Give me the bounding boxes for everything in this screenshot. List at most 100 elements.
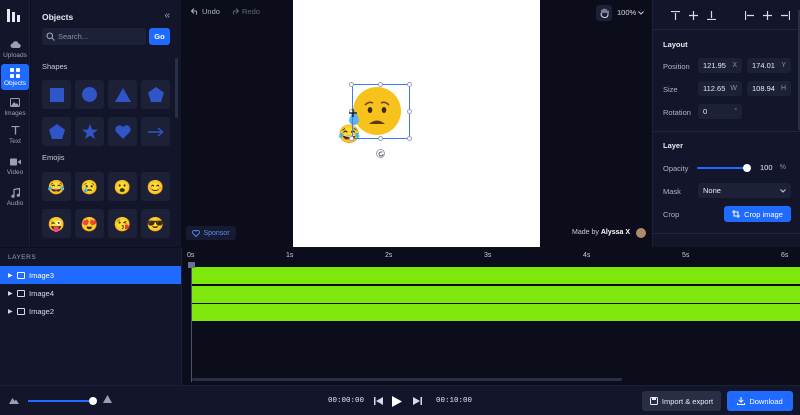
layers-title: LAYERS xyxy=(8,254,37,261)
rail-item-uploads[interactable]: Uploads xyxy=(1,36,29,62)
timeline-zoom-slider[interactable] xyxy=(28,400,92,402)
crop-image-button[interactable]: Crop image xyxy=(724,206,791,222)
emoji-tile[interactable]: 😎 xyxy=(141,209,170,238)
circle-icon xyxy=(82,87,97,102)
playhead-handle[interactable] xyxy=(188,262,195,268)
align-top-button[interactable] xyxy=(667,8,683,22)
align-center-button[interactable] xyxy=(759,8,775,22)
resize-handle[interactable] xyxy=(378,82,383,87)
design-canvas[interactable]: 😂 xyxy=(293,0,540,247)
sponsor-button[interactable]: Sponsor xyxy=(186,226,236,240)
timeline-zoom-knob[interactable] xyxy=(89,397,97,405)
w-suffix: W xyxy=(730,85,737,92)
shape-hexagon[interactable] xyxy=(42,117,71,146)
track-clip-image4[interactable] xyxy=(191,286,800,303)
layer-name: Image3 xyxy=(29,270,55,280)
made-by-credit[interactable]: Made by Alyssa X xyxy=(572,229,630,236)
emoji-tile[interactable]: 😜 xyxy=(42,209,71,238)
zoom-out-mountain-icon[interactable] xyxy=(9,396,19,404)
expand-caret-icon[interactable]: ▶ xyxy=(8,308,14,315)
resize-handle[interactable] xyxy=(349,136,354,141)
resize-handle[interactable] xyxy=(349,82,354,87)
track-clip-image3[interactable] xyxy=(191,267,800,284)
resize-handle[interactable] xyxy=(407,82,412,87)
download-button[interactable]: Download xyxy=(727,391,793,411)
shape-heart[interactable] xyxy=(108,117,137,146)
shape-square[interactable] xyxy=(42,80,71,109)
skip-forward-button[interactable] xyxy=(410,394,424,408)
playhead[interactable] xyxy=(191,262,192,382)
opacity-slider[interactable] xyxy=(697,167,747,169)
shape-arrow[interactable] xyxy=(141,117,170,146)
emoji-tile[interactable]: 😮 xyxy=(108,172,137,201)
zoom-dropdown[interactable]: 100% xyxy=(617,8,645,17)
skip-back-button[interactable] xyxy=(371,394,385,408)
sunglasses-emoji-icon: 😎 xyxy=(146,215,165,232)
emoji-tile[interactable]: 😘 xyxy=(108,209,137,238)
rail-item-images[interactable]: Images xyxy=(1,94,29,120)
mask-select[interactable]: None xyxy=(698,183,791,198)
track-clip-image2[interactable] xyxy=(191,304,800,321)
expand-caret-icon[interactable]: ▶ xyxy=(8,272,14,279)
layer-row-image3[interactable]: ▶ Image3 xyxy=(0,266,181,284)
import-export-button[interactable]: Import & export xyxy=(642,391,721,411)
opacity-slider-knob[interactable] xyxy=(743,164,751,172)
position-y-field[interactable]: 174.01 Y xyxy=(747,58,791,73)
go-button[interactable]: Go xyxy=(149,28,170,45)
pan-tool-button[interactable] xyxy=(596,5,612,21)
zoom-level: 100% xyxy=(617,8,637,17)
size-w-field[interactable]: 112.65 W xyxy=(698,81,742,96)
search-input[interactable] xyxy=(58,30,142,43)
rail-item-text[interactable]: Text xyxy=(1,122,29,148)
shape-pentagon[interactable] xyxy=(141,80,170,109)
resize-handle[interactable] xyxy=(378,136,383,141)
rail-item-video[interactable]: Video xyxy=(1,153,29,179)
triangle-icon xyxy=(114,87,131,102)
position-x-field[interactable]: 121.95 X xyxy=(698,58,742,73)
play-icon xyxy=(392,395,402,407)
avatar xyxy=(636,228,646,238)
layers-panel: LAYERS ▶ Image3 ▶ Image4 ▶ Image2 xyxy=(0,248,181,385)
shape-circle[interactable] xyxy=(75,80,104,109)
shape-triangle[interactable] xyxy=(108,80,137,109)
rail-item-objects[interactable]: Objects xyxy=(1,64,29,90)
emoji-tile[interactable]: 😊 xyxy=(141,172,170,201)
emoji-tile[interactable]: 😢 xyxy=(75,172,104,201)
import-export-label: Import & export xyxy=(661,396,714,406)
play-button[interactable] xyxy=(390,394,404,408)
size-label: Size xyxy=(663,85,678,94)
skip-back-icon xyxy=(373,397,383,405)
undo-button[interactable]: Undo xyxy=(191,7,220,16)
align-vertical-center-icon xyxy=(688,10,698,20)
rail-item-audio[interactable]: Audio xyxy=(1,184,29,210)
timeline-scrollbar[interactable] xyxy=(192,378,622,381)
layer-row-image2[interactable]: ▶ Image2 xyxy=(0,302,181,320)
resize-handle[interactable] xyxy=(407,136,412,141)
align-left-button[interactable] xyxy=(741,8,757,22)
mask-value: None xyxy=(703,186,721,195)
rotation-field[interactable]: 0 ° xyxy=(698,104,742,119)
emoji-tile[interactable]: 😂 xyxy=(42,172,71,201)
shape-star[interactable] xyxy=(75,117,104,146)
align-middle-button[interactable] xyxy=(685,8,701,22)
position-x-value: 121.95 xyxy=(703,61,726,70)
zoom-in-mountain-icon[interactable] xyxy=(103,395,112,403)
size-h-field[interactable]: 108.94 H xyxy=(747,81,791,96)
selection-box[interactable] xyxy=(352,84,410,139)
collapse-panel-icon[interactable]: « xyxy=(164,10,170,21)
align-right-button[interactable] xyxy=(777,8,793,22)
objects-scrollbar[interactable] xyxy=(175,58,178,118)
redo-button[interactable]: Redo xyxy=(231,7,260,16)
layout-section-title: Layout xyxy=(663,40,688,49)
resize-handle[interactable] xyxy=(407,109,412,114)
workspace: Undo Redo 😂 100% Sponsor Made by Alyssa … xyxy=(181,0,651,247)
timeline[interactable]: 0s 1s 2s 3s 4s 5s 6s xyxy=(181,248,800,385)
rotate-handle[interactable] xyxy=(376,149,385,158)
divider xyxy=(653,233,800,234)
emoji-tile[interactable]: 😍 xyxy=(75,209,104,238)
heart-icon xyxy=(114,124,131,139)
expand-caret-icon[interactable]: ▶ xyxy=(8,290,14,297)
opacity-field[interactable]: 100 % xyxy=(755,160,791,175)
layer-row-image4[interactable]: ▶ Image4 xyxy=(0,284,181,302)
align-bottom-button[interactable] xyxy=(703,8,719,22)
